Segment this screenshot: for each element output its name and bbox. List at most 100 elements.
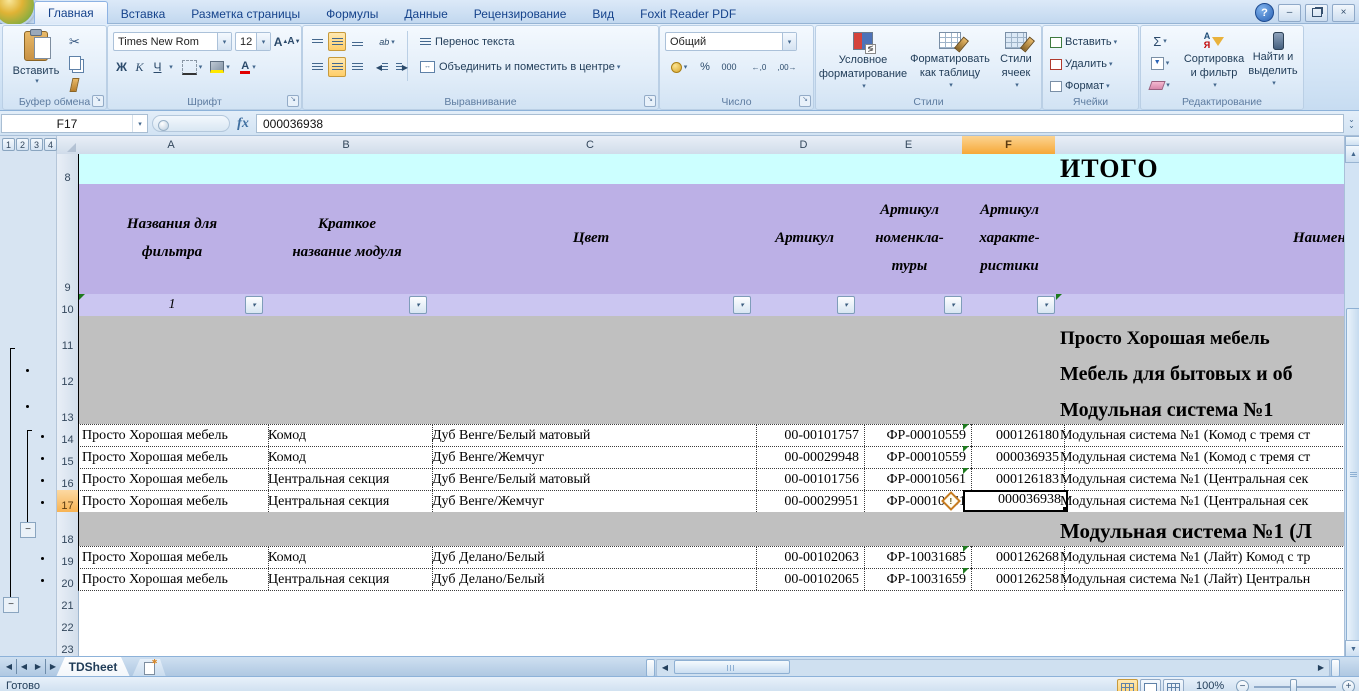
- cell-B15[interactable]: Комод: [265, 446, 433, 468]
- cell-B17[interactable]: Центральная секция: [265, 490, 433, 512]
- underline-dropdown[interactable]: ▾: [165, 57, 175, 77]
- cell-B20[interactable]: Центральная секция: [265, 568, 433, 590]
- row-header-12[interactable]: 12: [57, 352, 79, 390]
- dialog-launcher-clipboard[interactable]: ↘: [92, 95, 104, 107]
- align-middle-button[interactable]: [328, 32, 346, 51]
- cell-D19[interactable]: 00-00102063: [753, 546, 865, 568]
- cell-E19[interactable]: ФР-10031685: [856, 546, 972, 568]
- row-header-23[interactable]: 23: [57, 634, 79, 658]
- cell-G10[interactable]: [1056, 294, 1349, 316]
- copy-button[interactable]: [69, 56, 81, 73]
- cell-G18[interactable]: Модульная система №1 (Л: [1056, 512, 1349, 546]
- row-header-9[interactable]: 9: [57, 184, 79, 296]
- tab-foxit[interactable]: Foxit Reader PDF: [627, 4, 749, 24]
- row-header-18[interactable]: 18: [57, 512, 79, 548]
- fill-color-button[interactable]: ▾: [207, 57, 233, 77]
- tab-home[interactable]: Главная: [34, 1, 108, 24]
- filter-dropdown[interactable]: ▾: [837, 296, 855, 314]
- italic-button[interactable]: К: [131, 57, 148, 77]
- cell-F11[interactable]: [963, 316, 1065, 352]
- number-format-combo[interactable]: Общий ▾: [665, 32, 797, 51]
- cell-B18[interactable]: [265, 512, 433, 546]
- cell-B8[interactable]: [265, 154, 433, 184]
- increase-font-button[interactable]: A▲: [274, 32, 288, 51]
- tab-data[interactable]: Данные: [391, 4, 460, 24]
- underline-button[interactable]: Ч: [149, 57, 166, 77]
- cell-A12[interactable]: [79, 352, 269, 388]
- row-header-20[interactable]: 20: [57, 568, 79, 592]
- chevron-down-icon[interactable]: ▾: [132, 115, 147, 132]
- select-all-corner[interactable]: [57, 136, 79, 155]
- scroll-right-button[interactable]: ▶: [1314, 660, 1328, 674]
- horizontal-scrollbar[interactable]: ◀ ▶: [656, 659, 1330, 677]
- column-header-d[interactable]: D: [752, 136, 856, 155]
- cell-C16[interactable]: Дуб Венге/Белый матовый: [429, 468, 757, 490]
- normal-view-button[interactable]: [1117, 679, 1138, 691]
- vertical-scrollbar[interactable]: ▲ ▼: [1344, 136, 1359, 656]
- cell-C17[interactable]: Дуб Венге/Жемчуг: [429, 490, 757, 512]
- row-header-15[interactable]: 15: [57, 446, 79, 470]
- autosum-button[interactable]: Σ▾: [1145, 32, 1175, 50]
- cell-D8[interactable]: [753, 154, 865, 184]
- cell-E18[interactable]: [856, 512, 972, 546]
- insert-function-button[interactable]: fx: [232, 114, 254, 133]
- cell-D11[interactable]: [753, 316, 865, 352]
- format-painter-button[interactable]: [71, 78, 78, 95]
- zoom-out-button[interactable]: −: [1236, 680, 1249, 691]
- decrease-indent-button[interactable]: ◀: [373, 57, 391, 77]
- minimize-button[interactable]: –: [1278, 4, 1301, 22]
- outline-level-2-button[interactable]: 2: [16, 138, 29, 151]
- tab-view[interactable]: Вид: [579, 4, 627, 24]
- outline-level-3-button[interactable]: 3: [30, 138, 43, 151]
- align-bottom-button[interactable]: [348, 32, 366, 51]
- cell-F13[interactable]: [963, 388, 1065, 424]
- percent-style-button[interactable]: %: [696, 57, 714, 77]
- cut-button[interactable]: ✂: [69, 34, 80, 50]
- cell-A10[interactable]: 1 ▾: [79, 294, 266, 316]
- filter-dropdown[interactable]: ▾: [733, 296, 751, 314]
- cell-B19[interactable]: Комод: [265, 546, 433, 568]
- cell-F19[interactable]: 000126268: [963, 546, 1065, 568]
- cell-G8[interactable]: ИТОГО: [1056, 154, 1350, 184]
- tab-review[interactable]: Рецензирование: [461, 4, 580, 24]
- cell-F15[interactable]: 000036935: [963, 446, 1065, 468]
- sort-filter-button[interactable]: АЯ Сортировка и фильтр ▾: [1181, 32, 1247, 89]
- collapse-group-button[interactable]: −: [3, 597, 19, 613]
- cell-D13[interactable]: [753, 388, 865, 424]
- cell-A9[interactable]: Названия для фильтра: [79, 184, 266, 294]
- cell-D15[interactable]: 00-00029948: [753, 446, 865, 468]
- cell-D18[interactable]: [753, 512, 865, 546]
- align-left-button[interactable]: [308, 57, 326, 77]
- row-header-22[interactable]: 22: [57, 612, 79, 636]
- office-button[interactable]: [0, 0, 36, 27]
- cell-A8[interactable]: [79, 154, 269, 184]
- paste-button[interactable]: Вставить ▾: [11, 31, 61, 85]
- cell-D17[interactable]: 00-00029951: [753, 490, 865, 512]
- align-center-button[interactable]: [328, 57, 346, 77]
- sheet-tab-tdsheet[interactable]: TDSheet: [56, 657, 130, 677]
- merge-center-button[interactable]: ↔ Объединить и поместить в центре ▾: [415, 57, 625, 77]
- cell-D9[interactable]: Артикул: [753, 184, 857, 294]
- column-header-f[interactable]: F: [962, 136, 1056, 156]
- horizontal-scroll-thumb[interactable]: [674, 660, 790, 674]
- cell-E15[interactable]: ФР-00010559: [856, 446, 972, 468]
- clear-button[interactable]: ▾: [1145, 76, 1175, 94]
- row-header-10[interactable]: 10: [57, 294, 79, 318]
- collapse-group-button[interactable]: −: [20, 522, 36, 538]
- cell-A17[interactable]: Просто Хорошая мебель: [79, 490, 269, 512]
- find-select-button[interactable]: Найти и выделить ▾: [1247, 32, 1299, 87]
- outline-level-1-button[interactable]: 1: [2, 138, 15, 151]
- dialog-launcher-alignment[interactable]: ↘: [644, 95, 656, 107]
- cell-C10[interactable]: ▾: [429, 294, 757, 316]
- cell-A19[interactable]: Просто Хорошая мебель: [79, 546, 269, 568]
- borders-button[interactable]: ▾: [179, 57, 205, 77]
- row-header-17[interactable]: 17: [57, 490, 79, 514]
- cell-F14[interactable]: 000126180: [963, 424, 1065, 446]
- align-right-button[interactable]: [348, 57, 366, 77]
- first-sheet-button[interactable]: ◀: [2, 659, 17, 674]
- help-button[interactable]: ?: [1255, 3, 1274, 22]
- cell-A18[interactable]: [79, 512, 269, 546]
- dialog-launcher-number[interactable]: ↘: [799, 95, 811, 107]
- cell-E9[interactable]: Артикул номенкла- туры: [856, 184, 964, 294]
- cell-A13[interactable]: [79, 388, 269, 424]
